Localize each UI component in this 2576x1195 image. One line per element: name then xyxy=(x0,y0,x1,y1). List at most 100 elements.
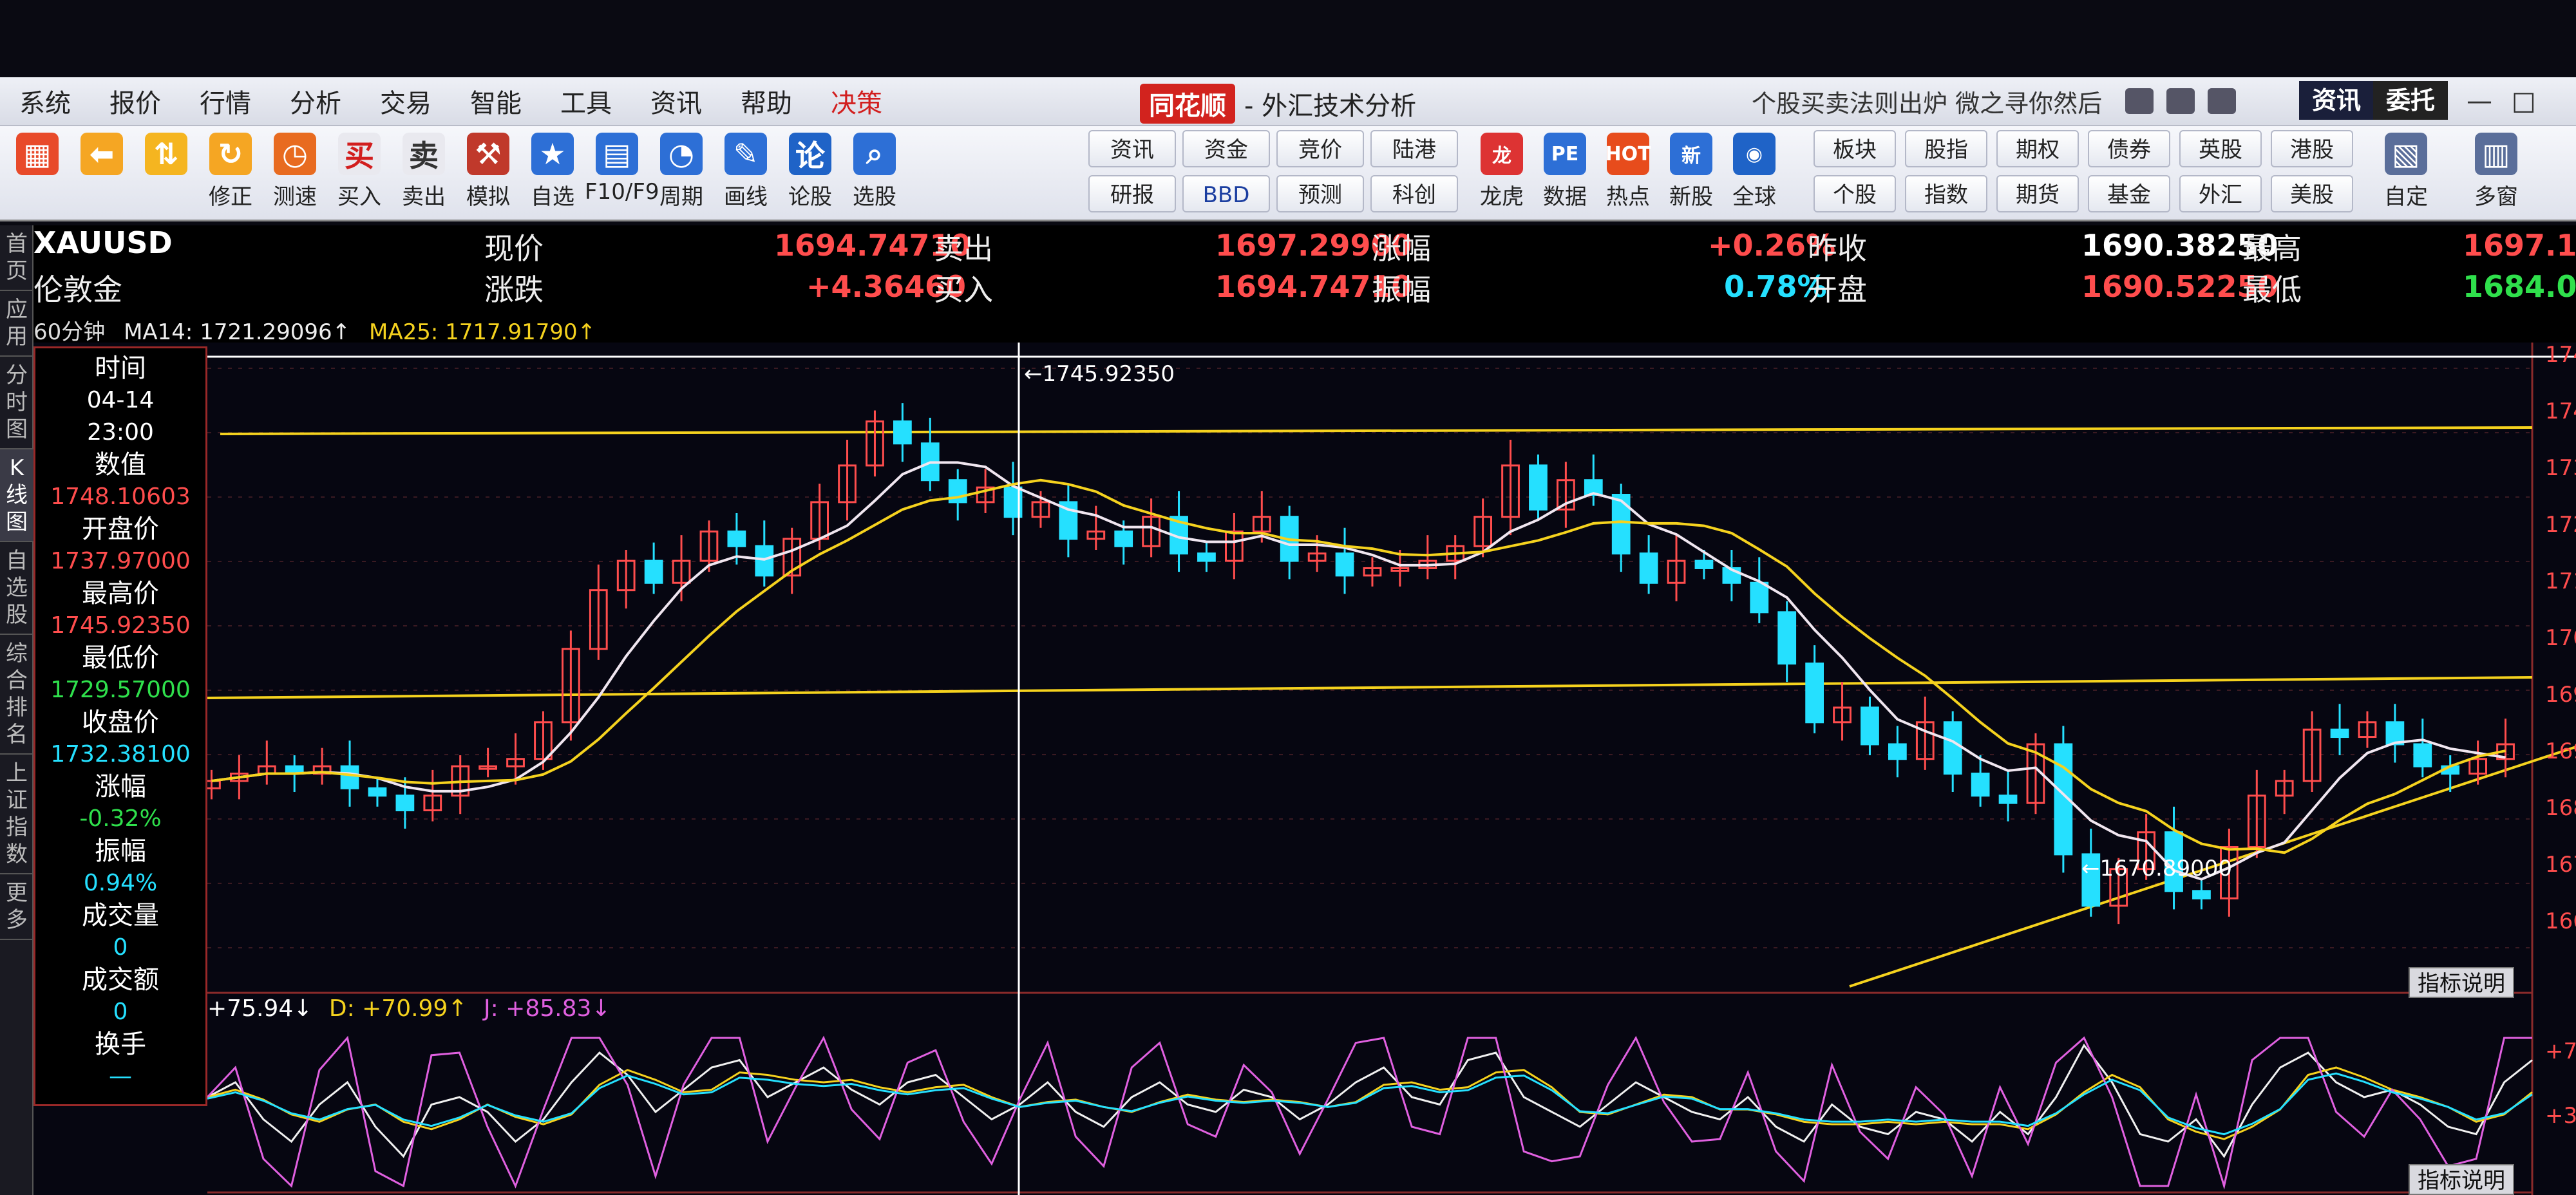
market-btn-1-3[interactable]: 基金 xyxy=(2088,175,2170,212)
menu-bar: 系统 报价 行情 分析 交易 智能 工具 资讯 帮助 决策 同花顺 - 外汇技术分析 个股买卖法则… xyxy=(0,77,2576,126)
market-btn-1-2[interactable]: 期货 xyxy=(1996,175,2079,212)
market-btn-0-3[interactable]: 债券 xyxy=(2088,130,2170,167)
market-btn-1-5[interactable]: 美股 xyxy=(2271,175,2353,212)
toolbar-btn-label: F10/F9 xyxy=(585,179,659,205)
market-btn-0-2[interactable]: 期权 xyxy=(1996,130,2079,167)
period-label[interactable]: 60分钟 xyxy=(33,319,105,345)
market-btn-0-0[interactable]: 板块 xyxy=(1814,130,1896,167)
menu-item-2[interactable]: 行情 xyxy=(180,82,270,120)
toolbar-btn-7[interactable]: ⚒ 模拟 xyxy=(456,129,520,219)
toolbar-btn-label: 买入 xyxy=(337,184,381,210)
change-label: 涨跌 xyxy=(484,272,544,307)
low-price-value: 1729.57000 xyxy=(50,677,191,703)
shirt-icon[interactable] xyxy=(2208,88,2236,114)
quick-btn-0-1[interactable]: 资金 xyxy=(1182,130,1270,167)
open-price-value: 1737.97000 xyxy=(50,548,191,574)
maximize-icon[interactable]: □ xyxy=(2512,86,2536,116)
toolbar-btn-pe[interactable]: PE 数据 xyxy=(1533,129,1597,219)
now-price-label: 现价 xyxy=(484,231,544,266)
toolbar-btn-3[interactable]: ↻ 修正 xyxy=(198,129,263,219)
side-tab-6[interactable]: 上证指数 xyxy=(0,755,33,874)
quick-btn-1-2[interactable]: 预测 xyxy=(1276,175,1364,212)
toolbar-btn-8[interactable]: ★ 自选 xyxy=(520,129,585,219)
side-tab-0[interactable]: 首页 xyxy=(0,225,33,291)
time-value: 23:00 xyxy=(87,419,154,446)
minimize-icon[interactable]: — xyxy=(2467,86,2492,116)
menu-item-8[interactable]: 帮助 xyxy=(721,82,811,120)
close-price-value: 1732.38100 xyxy=(50,741,191,767)
gavel-icon: ⚒ xyxy=(467,133,509,175)
news-button[interactable]: 资讯 xyxy=(2299,81,2374,120)
indicator-help-button-2[interactable]: 指标说明 xyxy=(2409,1164,2514,1195)
mail-icon[interactable] xyxy=(2125,88,2154,114)
quick-btn-0-2[interactable]: 竞价 xyxy=(1276,130,1364,167)
menu-item-9[interactable]: 决策 xyxy=(811,82,902,120)
candle-body xyxy=(1114,530,1133,547)
quick-btn-0-0[interactable]: 资讯 xyxy=(1088,130,1176,167)
toolbar-btn-6[interactable]: 卖卖出 xyxy=(392,129,456,219)
toolbar-btn-label: 多窗 xyxy=(2474,184,2518,210)
ma25-label: MA25: 1717.91790↑ xyxy=(369,319,596,345)
toolbar-btn-13[interactable]: ⌕ 选股 xyxy=(842,129,907,219)
menu-item-1[interactable]: 报价 xyxy=(90,82,180,120)
side-tab-4[interactable]: 自选股 xyxy=(0,542,33,635)
toolbar-btn-4[interactable]: ◷ 测速 xyxy=(263,129,327,219)
toolbar-btn-12[interactable]: 论论股 xyxy=(778,129,842,219)
toolbar-btn-globe[interactable]: ◉ 全球 xyxy=(1722,129,1786,219)
ma14-label: MA14: 1721.29096↑ xyxy=(124,319,351,345)
market-btn-0-5[interactable]: 港股 xyxy=(2271,130,2353,167)
toolbar-btn-dragon[interactable]: 龙龙虎 xyxy=(1470,129,1534,219)
candlestick-chart[interactable]: ←1745.92350 ←1670.89000 174 174 173 172 171 170… xyxy=(33,343,2576,1195)
toolbar-btn-0[interactable]: ▦ xyxy=(5,129,70,219)
menu-item-0[interactable]: 系统 xyxy=(0,82,90,120)
indicator-help-button[interactable]: 指标说明 xyxy=(2409,967,2514,998)
market-btn-1-0[interactable]: 个股 xyxy=(1814,175,1896,212)
menu-item-4[interactable]: 交易 xyxy=(361,82,451,120)
market-btn-0-4[interactable]: 英股 xyxy=(2179,130,2262,167)
toolbar-btn-9[interactable]: ▤ F10/F9 xyxy=(585,129,659,219)
toolbar-btn-1[interactable]: ⬅ xyxy=(70,129,134,219)
buy-label: 买入 xyxy=(934,272,993,307)
menu-item-6[interactable]: 工具 xyxy=(541,82,631,120)
bell-icon[interactable] xyxy=(2166,88,2195,114)
app-title: 同花顺 - 外汇技术分析 xyxy=(1140,84,1416,124)
toolbar-btn-5[interactable]: 买买入 xyxy=(327,129,392,219)
toolbar-btn-multi-window[interactable]: ▥ 多窗 xyxy=(2464,129,2528,219)
side-tab-2[interactable]: 分时图 xyxy=(0,357,33,449)
quick-btn-0-3[interactable]: 陆港 xyxy=(1370,130,1458,167)
candle-body xyxy=(1861,706,1879,746)
grid-icon: ▦ xyxy=(16,133,59,175)
market-btn-0-1[interactable]: 股指 xyxy=(1905,130,1987,167)
toolbar-btn-custom[interactable]: ▧ 自定 xyxy=(2374,129,2438,219)
market-btn-1-4[interactable]: 外汇 xyxy=(2179,175,2262,212)
quick-btn-1-0[interactable]: 研报 xyxy=(1088,175,1176,212)
candle-body xyxy=(1750,581,1769,614)
menu-item-3[interactable]: 分析 xyxy=(270,82,361,120)
toolbar-btn-2[interactable]: ⇅ xyxy=(134,129,198,219)
toolbar-btn-hot[interactable]: HOT 热点 xyxy=(1596,129,1660,219)
open-label: 开盘 xyxy=(1808,272,1867,307)
dragon-icon: 龙 xyxy=(1481,133,1523,175)
quick-btn-1-3[interactable]: 科创 xyxy=(1370,175,1458,212)
kdj-legend: +75.94↓ D: +70.99↑ J: +85.83↓ xyxy=(207,995,611,1022)
candle-body xyxy=(1943,721,1962,775)
menu-item-7[interactable]: 资讯 xyxy=(631,82,721,120)
side-tab-3[interactable]: K线图 xyxy=(0,449,33,542)
candle-body xyxy=(1611,494,1631,555)
toolbar-btn-label: 测速 xyxy=(273,184,317,210)
toolbar-btn-11[interactable]: ✎ 画线 xyxy=(714,129,778,219)
quick-btn-1-1[interactable]: BBD xyxy=(1182,175,1270,212)
toolbar-btn-label: 论股 xyxy=(788,184,832,210)
market-btn-1-1[interactable]: 指数 xyxy=(1905,175,1987,212)
side-tab-1[interactable]: 应用 xyxy=(0,291,33,357)
entrust-button[interactable]: 委托 xyxy=(2373,81,2448,120)
menu-item-5[interactable]: 智能 xyxy=(451,82,541,120)
ad-slogan[interactable]: 个股买卖法则出炉 微之寻你然后 xyxy=(1752,84,2102,119)
toolbar-btn-10[interactable]: ◔ 周期 xyxy=(649,129,714,219)
candle-body xyxy=(2330,728,2349,739)
f10-icon: ▤ xyxy=(596,133,638,175)
side-tab-7[interactable]: 更多 xyxy=(0,874,33,940)
chart-area[interactable]: ←1745.92350 ←1670.89000 174 174 173 172 171 170… xyxy=(33,343,2576,1195)
side-tab-5[interactable]: 综合排名 xyxy=(0,635,33,755)
toolbar-btn-new-stock[interactable]: 新新股 xyxy=(1659,129,1723,219)
